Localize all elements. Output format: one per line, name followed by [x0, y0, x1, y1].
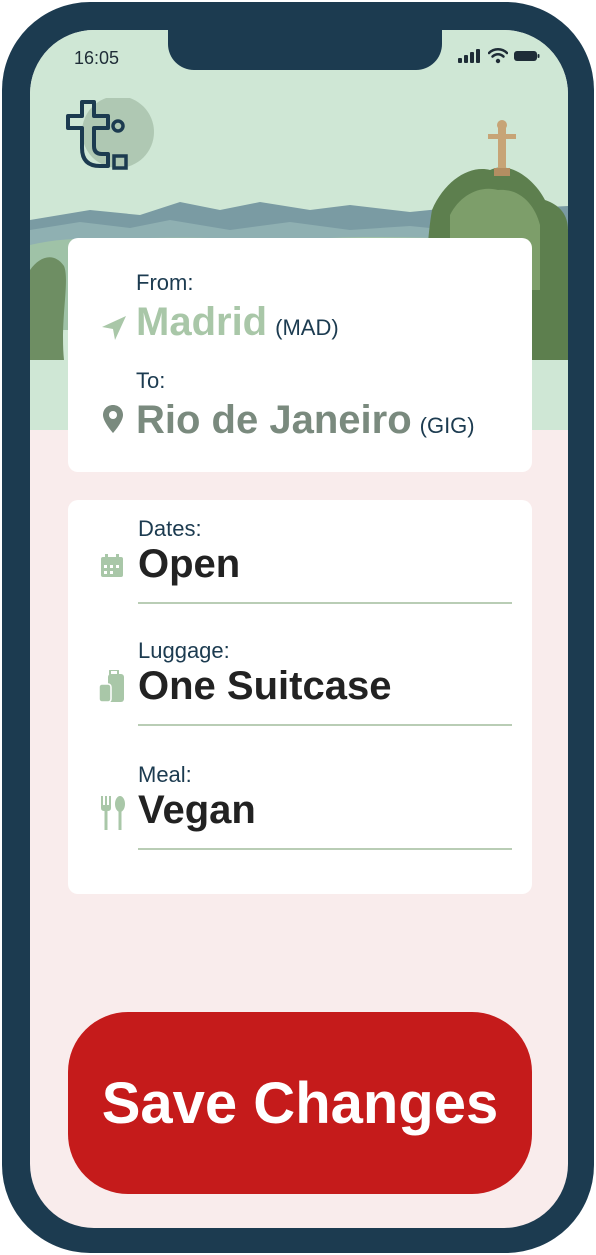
status-time: 16:05: [74, 48, 120, 68]
luggage-label: Luggage:: [138, 638, 230, 663]
route-card: From: Madrid (MAD) To: Rio de Janeiro (GIG…: [68, 238, 532, 472]
fork-knife-icon: [101, 796, 125, 830]
phone-frame: 16:05 From: Madrid (MAD) To: Rio de Jane…: [2, 2, 594, 1253]
dates-underline: [138, 602, 512, 604]
dates-value[interactable]: Open: [138, 542, 240, 587]
to-city[interactable]: Rio de Janeiro (GIG): [136, 398, 475, 443]
luggage-value[interactable]: One Suitcase: [138, 664, 391, 709]
from-code: (MAD): [275, 315, 339, 340]
meal-value[interactable]: Vegan: [138, 788, 256, 833]
to-code: (GIG): [419, 413, 475, 438]
luggage-icon: [98, 670, 124, 703]
meal-underline: [138, 848, 512, 850]
luggage-underline: [138, 724, 512, 726]
trip-options-card: Dates: Open Luggage: One Suitcase Meal: …: [68, 500, 532, 894]
save-changes-button[interactable]: Save Changes: [68, 1012, 532, 1194]
wifi-icon: [488, 48, 508, 64]
app-logo[interactable]: [66, 98, 156, 188]
to-city-name: Rio de Janeiro: [136, 398, 412, 442]
meal-label: Meal:: [138, 762, 192, 787]
calendar-icon: [101, 554, 123, 577]
location-pin-icon: [103, 405, 123, 433]
navigation-arrow-icon: [102, 316, 126, 340]
dates-label: Dates:: [138, 516, 202, 541]
from-city-name: Madrid: [136, 300, 268, 344]
battery-icon: [514, 51, 540, 61]
app-screen: 16:05 From: Madrid (MAD) To: Rio de Jane…: [30, 30, 568, 1228]
from-label: From:: [136, 270, 194, 295]
from-city[interactable]: Madrid (MAD): [136, 300, 339, 345]
signal-icon: [458, 49, 480, 63]
status-icons: [458, 48, 540, 64]
to-label: To:: [136, 368, 166, 393]
phone-notch: [168, 30, 442, 70]
